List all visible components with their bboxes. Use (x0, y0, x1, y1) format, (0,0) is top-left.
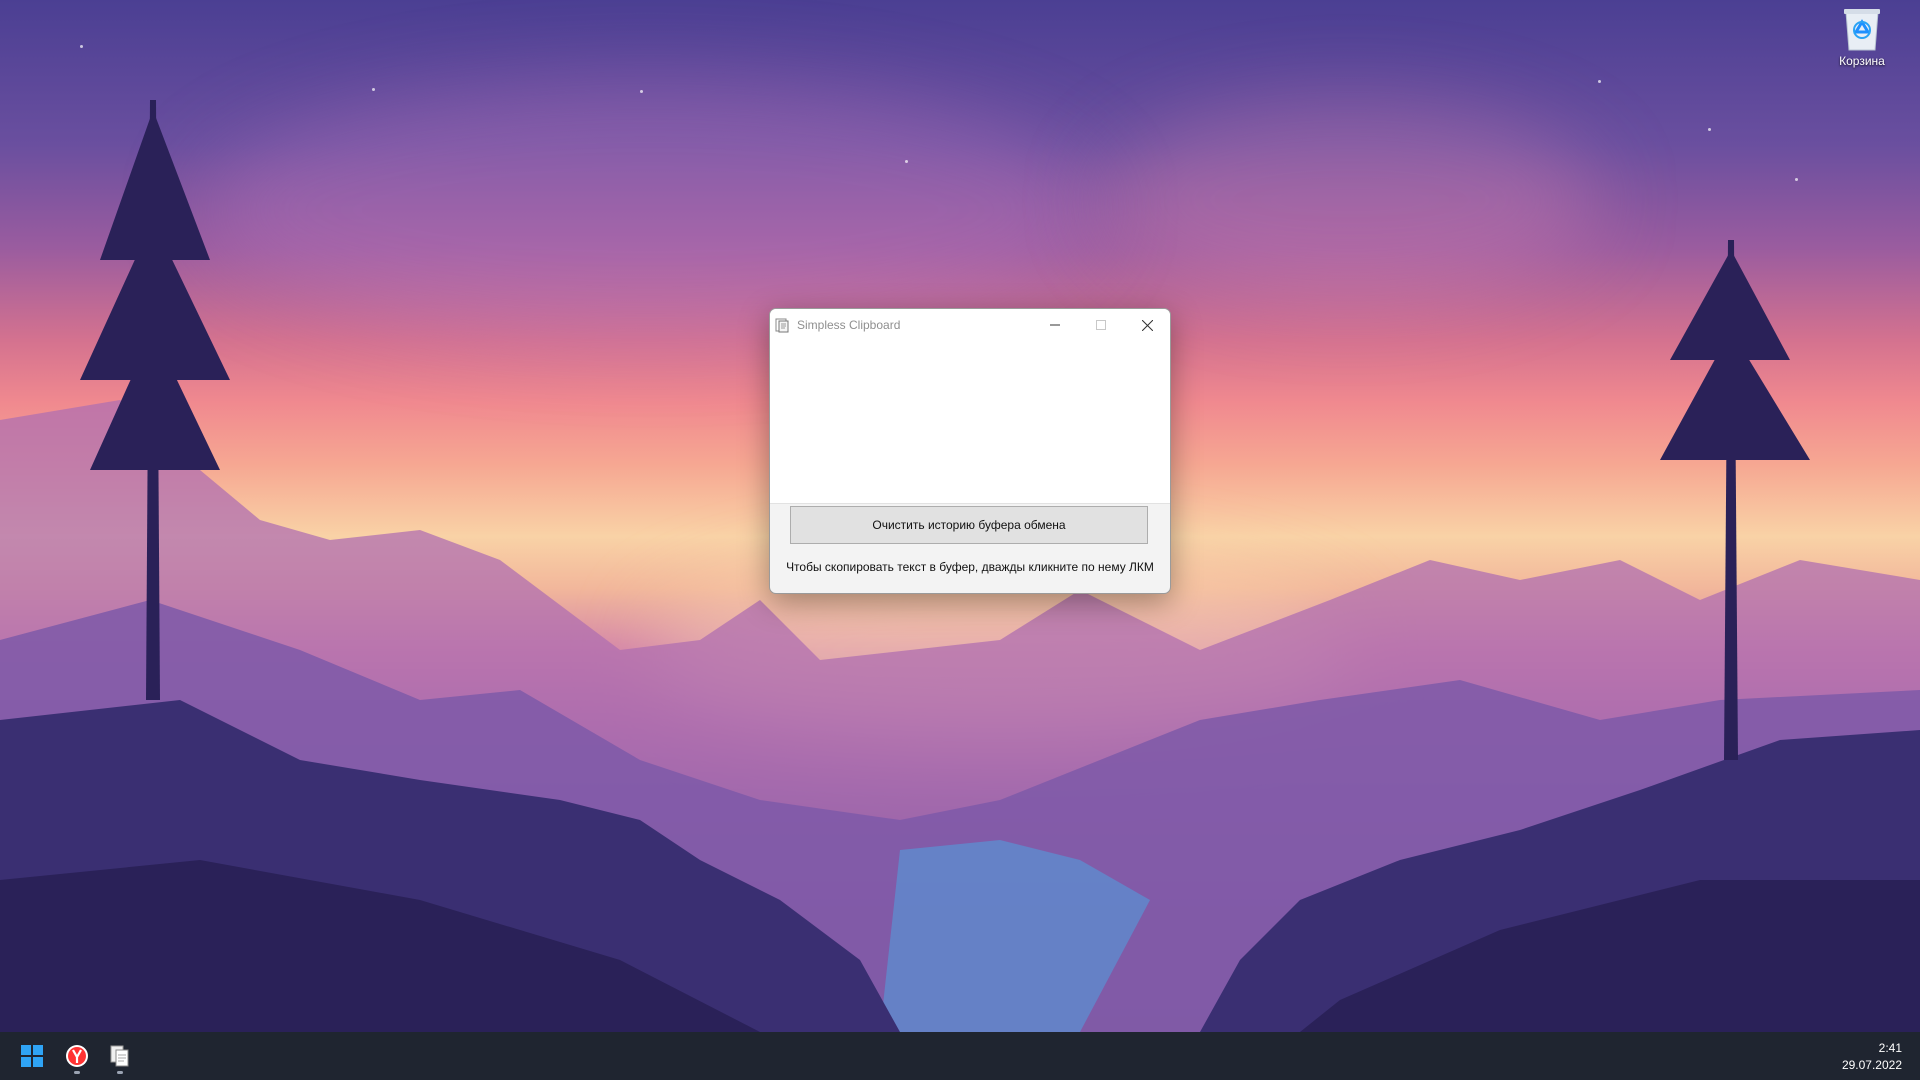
clock-date: 29.07.2022 (1841, 1058, 1902, 1072)
recycle-bin-shortcut[interactable]: Корзина (1826, 6, 1898, 78)
windows-logo-icon (21, 1045, 43, 1067)
title-bar[interactable]: Simpless Clipboard (770, 309, 1170, 341)
simpless-clipboard-window: Simpless Clipboard Очистить историю буфе… (769, 308, 1171, 594)
yandex-browser-icon (66, 1045, 88, 1067)
running-indicator (74, 1071, 80, 1074)
clipboard-icon (775, 318, 789, 333)
recycle-bin-icon (1844, 9, 1880, 51)
clock-time: 2:41 (1878, 1041, 1902, 1055)
taskbar-yandex-browser[interactable] (57, 1036, 97, 1076)
close-icon (1141, 319, 1153, 331)
system-clock[interactable]: 2:41 29.07.2022 (1842, 1040, 1902, 1074)
recycle-bin-label: Корзина (1839, 54, 1885, 68)
hint-text: Чтобы скопировать текст в буфер, дважды … (786, 560, 1154, 574)
taskbar-simpless-clipboard[interactable] (100, 1036, 140, 1076)
taskbar: 2:41 29.07.2022 (0, 1032, 1920, 1080)
maximize-icon (1096, 320, 1106, 330)
minimize-button[interactable] (1032, 309, 1078, 341)
clear-history-button[interactable]: Очистить историю буфера обмена (790, 506, 1148, 544)
maximize-button[interactable] (1078, 309, 1124, 341)
close-button[interactable] (1124, 309, 1170, 341)
running-indicator (117, 1071, 123, 1074)
window-title: Simpless Clipboard (797, 318, 901, 332)
clipboard-history-list[interactable] (770, 341, 1170, 504)
clipboard-icon (110, 1045, 129, 1067)
start-button[interactable] (12, 1036, 52, 1076)
minimize-icon (1050, 324, 1060, 326)
